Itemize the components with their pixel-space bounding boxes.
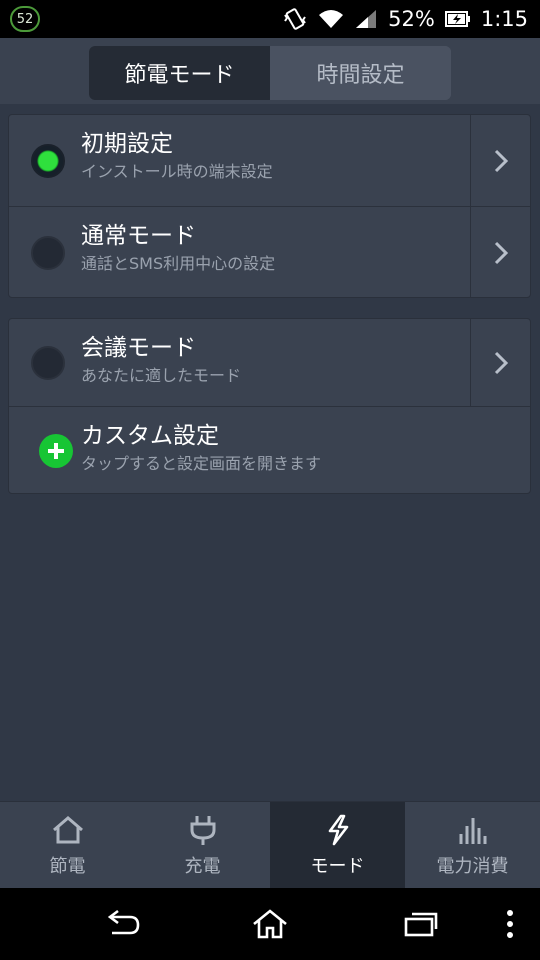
unselected-radio-icon — [31, 345, 65, 380]
mode-title: 会議モード — [81, 335, 196, 361]
nav-power-saving[interactable]: 節電 — [0, 802, 135, 888]
segmented-control: 節電モード 時間設定 — [89, 46, 451, 100]
nav-label: 充電 — [184, 856, 221, 877]
lightning-icon — [328, 814, 348, 846]
mode-subtitle: インストール時の端末設定 — [81, 162, 273, 181]
top-tab-bar: 節電モード 時間設定 — [0, 38, 540, 104]
recent-apps-icon — [404, 912, 438, 937]
status-icons: 52% 1:15 — [282, 0, 528, 38]
status-bar: 52 52% 1:15 — [0, 0, 540, 38]
nav-label: 節電 — [49, 856, 86, 877]
system-navigation-bar — [0, 888, 540, 960]
tab-time-settings[interactable]: 時間設定 — [270, 46, 451, 100]
mode-subtitle: 通話とSMS利用中心の設定 — [81, 254, 276, 273]
battery-percent: 52% — [388, 7, 435, 31]
nav-label: 電力消費 — [436, 856, 509, 877]
mode-list-primary: 初期設定 インストール時の端末設定 通常モード 通話とSMS利用中心の設定 — [8, 114, 531, 298]
bar-chart-icon — [459, 818, 486, 844]
plug-icon — [190, 816, 215, 845]
add-icon — [39, 434, 73, 468]
bottom-navigation: 節電 充電 モード 電力消費 — [0, 801, 540, 888]
clock: 1:15 — [480, 7, 528, 31]
chevron-right-icon[interactable] — [470, 115, 530, 206]
overflow-menu-button[interactable] — [495, 888, 525, 960]
mode-row-meeting[interactable]: 会議モード あなたに適したモード — [9, 319, 530, 407]
nav-charging[interactable]: 充電 — [135, 802, 270, 888]
back-icon — [107, 909, 140, 935]
mode-row-default[interactable]: 初期設定 インストール時の端末設定 — [9, 115, 530, 207]
selected-radio-icon — [31, 143, 65, 178]
chevron-right-icon[interactable] — [470, 207, 530, 297]
signal-icon — [354, 8, 378, 30]
back-button[interactable] — [90, 888, 154, 960]
wifi-icon — [318, 8, 344, 30]
nav-mode[interactable]: モード — [270, 802, 405, 888]
nav-label: モード — [310, 856, 365, 877]
mode-subtitle: あなたに適したモード — [81, 366, 242, 385]
mode-title: 通常モード — [81, 223, 196, 249]
notification-badge: 52 — [10, 6, 40, 32]
mode-list-secondary: 会議モード あなたに適したモード カスタム設定 タップすると設定画面を開きます — [8, 318, 531, 494]
mode-title: 初期設定 — [81, 131, 173, 157]
home-icon — [253, 909, 287, 939]
home-button[interactable] — [238, 888, 302, 960]
chevron-right-icon[interactable] — [470, 319, 530, 406]
mode-row-normal[interactable]: 通常モード 通話とSMS利用中心の設定 — [9, 207, 530, 297]
vibrate-icon — [282, 6, 308, 32]
more-vertical-icon — [507, 910, 513, 938]
battery-charging-icon — [444, 10, 471, 28]
unselected-radio-icon — [31, 236, 65, 270]
custom-title: カスタム設定 — [81, 423, 219, 449]
tab-power-saving-mode[interactable]: 節電モード — [89, 46, 270, 100]
custom-subtitle: タップすると設定画面を開きます — [81, 454, 322, 473]
nav-power-consumption[interactable]: 電力消費 — [405, 802, 540, 888]
home-icon — [52, 816, 83, 844]
custom-settings-row[interactable]: カスタム設定 タップすると設定画面を開きます — [9, 407, 530, 493]
recent-apps-button[interactable] — [388, 888, 452, 960]
